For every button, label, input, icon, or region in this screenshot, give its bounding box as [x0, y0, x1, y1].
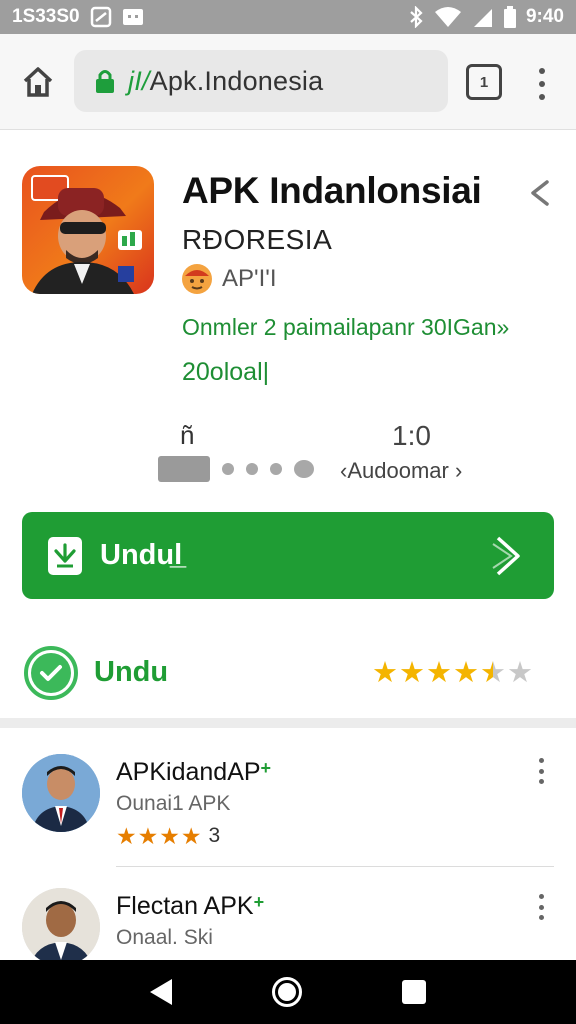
star-icon: ★ — [159, 823, 180, 849]
review-menu-button[interactable] — [536, 894, 546, 920]
star-icon: ★ — [116, 823, 137, 849]
app-title: APK Indanlonsiai — [182, 170, 482, 211]
signal-icon — [472, 6, 494, 28]
status-time: 9:40 — [525, 6, 564, 27]
rating-stars: ★ ★ ★ ★ ★ ★ — [372, 658, 533, 688]
menu-dot — [538, 894, 544, 899]
star-icon: ★ — [372, 657, 398, 689]
row-divider — [116, 866, 554, 867]
developer-row[interactable]: AP'I'I — [182, 264, 277, 294]
section-divider — [0, 718, 576, 728]
url-prefix: jI/ — [128, 65, 150, 96]
screenshot-pager[interactable] — [158, 456, 314, 482]
download-button[interactable]: Undul̲ — [22, 512, 554, 599]
address-bar[interactable]: jI/Apk.Indonesia — [74, 50, 448, 112]
share-button[interactable] — [525, 176, 555, 210]
menu-dot — [538, 904, 544, 910]
system-nav-bar — [0, 960, 576, 1024]
menu-dot — [539, 94, 545, 100]
stat-left: ñ — [180, 420, 195, 450]
developer-name: AP'I'I — [222, 265, 277, 292]
reviewer-name-text: Flectan APK — [116, 892, 254, 920]
star-icon: ★ — [426, 657, 452, 689]
home-circle-icon[interactable] — [272, 977, 302, 1007]
review-menu-button[interactable] — [536, 758, 546, 784]
star-icon: ★ — [453, 657, 479, 689]
stat-right: 1:0 — [392, 420, 431, 451]
download-icon — [48, 536, 82, 575]
status-left-text: 1S33S0 — [12, 6, 80, 27]
audio-link[interactable]: ‹Audoomar › — [340, 458, 462, 484]
comment-bubble-icon[interactable] — [294, 460, 314, 478]
star-icon: ★ — [180, 823, 202, 849]
share-icon — [531, 180, 549, 206]
review-stars: ★ ★ ★ ★ 3 — [116, 824, 220, 848]
pager-dot[interactable] — [222, 463, 234, 475]
message-icon — [122, 8, 144, 26]
browser-menu-button[interactable] — [530, 66, 554, 102]
verified-label: Undu — [94, 656, 169, 688]
tabs-button[interactable]: 1 — [466, 64, 502, 100]
app-icon — [22, 166, 154, 294]
verified-badge-icon: + — [253, 892, 265, 912]
status-bar: 1S33S0 9:40 — [0, 0, 576, 34]
avatar[interactable] — [22, 754, 100, 832]
chevron-right-icon — [492, 536, 520, 576]
home-button[interactable] — [18, 62, 58, 102]
wifi-icon — [434, 6, 462, 28]
reviewer-name: APKidandAP+ — [116, 758, 271, 787]
reviewer-subtitle: Ounai1 APK — [116, 792, 231, 815]
verified-row: Undu ★ ★ ★ ★ ★ ★ — [24, 644, 552, 702]
back-icon[interactable] — [150, 979, 172, 1005]
menu-dot — [538, 768, 544, 774]
app-subtitle: RÐORESIA — [182, 224, 333, 255]
tabs-count: 1 — [479, 73, 489, 91]
photo-icon — [90, 6, 112, 28]
reviewer-name-text: APKidandAP — [116, 758, 261, 786]
menu-dot — [538, 758, 544, 763]
avatar[interactable] — [22, 888, 100, 966]
download-label: Undul̲ — [100, 539, 183, 571]
developer-avatar-icon — [182, 264, 212, 294]
url-text: jI/Apk.Indonesia — [128, 66, 323, 97]
pager-dot[interactable] — [270, 463, 282, 475]
recent-apps-icon[interactable] — [402, 980, 426, 1004]
menu-dot — [538, 915, 544, 920]
star-half-icon: ★ — [480, 657, 506, 689]
pager-active[interactable] — [158, 456, 210, 482]
star-icon: ★ — [399, 657, 425, 689]
star-icon: ★ — [137, 823, 159, 849]
browser-toolbar: jI/Apk.Indonesia 1 — [0, 34, 576, 130]
check-circle-icon — [24, 646, 78, 700]
menu-dot — [539, 81, 545, 87]
bluetooth-icon — [408, 6, 424, 28]
app-info-line[interactable]: Onmler 2 paimailapanr 30IGan» — [182, 314, 509, 341]
home-icon — [23, 67, 53, 97]
url-domain: Apk.Indonesia — [149, 65, 324, 96]
menu-dot — [539, 68, 545, 74]
battery-icon — [503, 6, 516, 28]
star-empty-icon: ★ — [507, 657, 533, 689]
review-count: 3 — [208, 824, 221, 847]
lock-icon — [96, 70, 114, 93]
reviewer-subtitle: Onaal. Ski — [116, 926, 213, 949]
reviewer-name: Flectan APK+ — [116, 892, 264, 921]
menu-dot — [538, 779, 544, 784]
pager-dot[interactable] — [246, 463, 258, 475]
verified-badge-icon: + — [260, 758, 272, 778]
app-info-line-2[interactable]: 20oloal| — [182, 358, 269, 387]
